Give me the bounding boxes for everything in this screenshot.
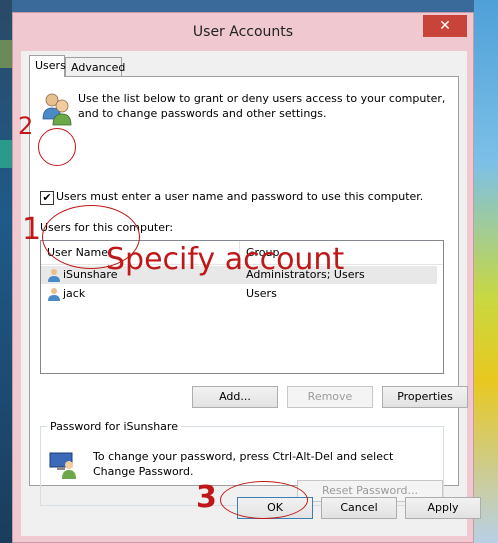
annotation-circle-ok	[220, 481, 308, 519]
add-button[interactable]: Add...	[192, 386, 278, 408]
table-row[interactable]: jack Users	[41, 285, 437, 303]
user-icon	[48, 269, 60, 282]
user-icon	[48, 288, 60, 301]
annotation-number-3: 3	[196, 480, 217, 515]
dialog-client-area: Users Advanced Use the list below to gra…	[21, 51, 481, 536]
annotation-circle-checkbox	[38, 128, 76, 166]
password-group-title: Password for iSunshare	[47, 420, 181, 433]
desktop-icon[interactable]	[0, 140, 12, 168]
users-tab-panel: Use the list below to grant or deny user…	[29, 76, 468, 506]
desktop-icon[interactable]	[0, 40, 12, 68]
apply-button[interactable]: Apply	[405, 497, 481, 519]
annotation-specify-account: Specify account	[106, 242, 345, 277]
password-instructions: To change your password, press Ctrl-Alt-…	[93, 450, 394, 478]
close-button[interactable]: ✕	[423, 15, 467, 37]
annotation-number-2: 2	[18, 112, 34, 140]
user-accounts-dialog: User Accounts ✕ Users Advanced Use the l…	[12, 12, 481, 543]
require-login-label[interactable]: Users must enter a user name and passwor…	[56, 190, 423, 203]
properties-button[interactable]: Properties	[382, 386, 468, 408]
title-bar: User Accounts ✕	[13, 13, 473, 51]
change-password-icon	[49, 452, 76, 479]
tab-advanced[interactable]: Advanced	[65, 57, 125, 76]
window-title: User Accounts	[192, 24, 294, 40]
desktop-background-right	[474, 0, 498, 543]
tab-users[interactable]: Users	[29, 55, 66, 77]
group-cell: Users	[246, 287, 277, 300]
users-icon	[42, 93, 72, 126]
cancel-button[interactable]: Cancel	[321, 497, 397, 519]
annotation-number-1: 1	[22, 212, 42, 247]
require-login-checkbox[interactable]: ✔	[40, 191, 54, 205]
user-name-cell: jack	[63, 287, 86, 300]
intro-text: Use the list below to grant or deny user…	[78, 92, 446, 120]
remove-button[interactable]: Remove	[287, 386, 373, 408]
desktop-background-left	[0, 0, 12, 543]
